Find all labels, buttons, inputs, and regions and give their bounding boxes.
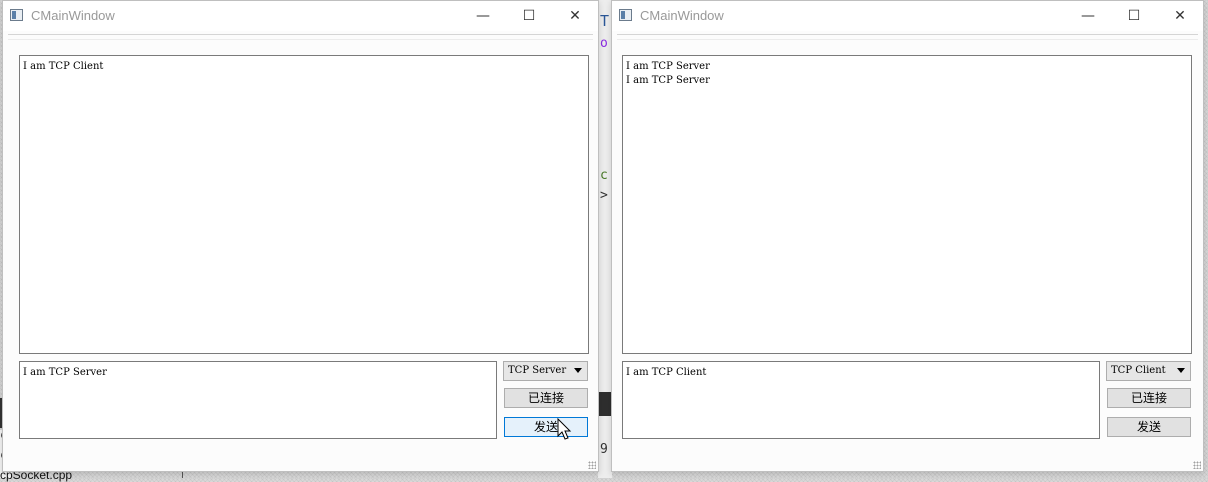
- background-char: >: [600, 188, 608, 203]
- title-bar[interactable]: CMainWindow — ☐ ✕: [612, 1, 1203, 31]
- background-char: o: [600, 36, 608, 51]
- client-window: CMainWindow — ☐ ✕ I am TCP Client I am T…: [2, 0, 599, 472]
- mode-select-value: TCP Server: [508, 365, 567, 376]
- resize-grip[interactable]: [1193, 461, 1201, 469]
- background-char: 9: [600, 442, 608, 457]
- minimize-button[interactable]: —: [1065, 1, 1111, 31]
- minimize-button[interactable]: —: [460, 1, 506, 31]
- message-input-text: I am TCP Server: [23, 367, 107, 378]
- send-button[interactable]: 发送: [1107, 417, 1191, 437]
- maximize-button[interactable]: ☐: [1111, 1, 1157, 31]
- window-title: CMainWindow: [640, 8, 724, 23]
- resize-grip[interactable]: [588, 461, 596, 469]
- app-window-icon: [619, 9, 632, 21]
- maximize-button[interactable]: ☐: [506, 1, 552, 31]
- mode-select[interactable]: TCP Server: [503, 361, 588, 381]
- received-log[interactable]: I am TCP Client: [19, 55, 589, 354]
- mode-select-value: TCP Client: [1111, 365, 1166, 376]
- server-window: CMainWindow — ☐ ✕ I am TCP Server I am T…: [611, 0, 1204, 472]
- message-input[interactable]: I am TCP Server: [19, 361, 497, 439]
- background-editor-bar: [598, 392, 612, 416]
- chevron-down-icon: [1177, 368, 1185, 373]
- background-char: T: [600, 12, 610, 30]
- window-title: CMainWindow: [31, 8, 115, 23]
- connect-status-button[interactable]: 已连接: [504, 388, 588, 408]
- message-input[interactable]: I am TCP Client: [622, 361, 1100, 439]
- connect-status-button[interactable]: 已连接: [1107, 388, 1191, 408]
- title-bar[interactable]: CMainWindow — ☐ ✕: [3, 1, 598, 31]
- received-log[interactable]: I am TCP Server I am TCP Server: [622, 55, 1192, 354]
- close-button[interactable]: ✕: [1157, 1, 1203, 31]
- app-window-icon: [10, 9, 23, 21]
- log-line: I am TCP Server: [626, 75, 710, 86]
- message-input-text: I am TCP Client: [626, 367, 707, 378]
- send-button[interactable]: 发送: [504, 417, 588, 437]
- menu-bar: [617, 34, 1198, 40]
- mode-select[interactable]: TCP Client: [1106, 361, 1191, 381]
- chevron-down-icon: [574, 368, 582, 373]
- log-line: I am TCP Client: [23, 61, 104, 72]
- log-line: I am TCP Server: [626, 61, 710, 72]
- menu-bar: [8, 34, 593, 40]
- background-char: c: [600, 168, 608, 183]
- close-button[interactable]: ✕: [552, 1, 598, 31]
